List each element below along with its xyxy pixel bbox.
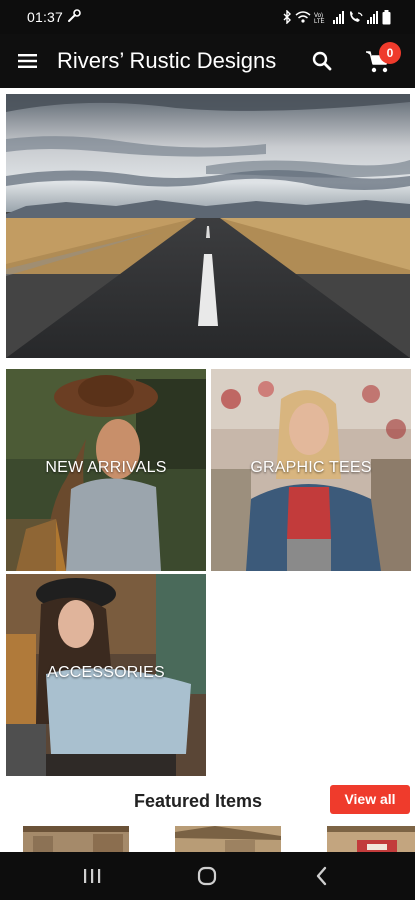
- road-landscape-image: [6, 94, 410, 358]
- hero-banner[interactable]: [6, 94, 410, 358]
- category-label-accessories: ACCESSORIES: [47, 664, 165, 681]
- featured-items-header: Featured Items View all: [0, 785, 415, 825]
- volte-icon: Vo) LTE: [314, 13, 325, 24]
- category-tile-graphic-tees[interactable]: GRAPHIC TEES: [211, 369, 411, 571]
- svg-text:LTE: LTE: [314, 19, 325, 24]
- search-icon[interactable]: [310, 49, 334, 73]
- view-all-button[interactable]: View all: [330, 785, 410, 814]
- wifi-icon: [295, 11, 311, 23]
- product-thumbnail[interactable]: [23, 826, 129, 852]
- featured-items-title: Featured Items: [134, 791, 263, 811]
- app-bar: Rivers’ Rustic Designs: [0, 34, 415, 88]
- category-tile-accessories[interactable]: ACCESSORIES: [6, 574, 206, 776]
- product-image: [175, 826, 281, 852]
- back-icon[interactable]: [310, 864, 334, 888]
- category-tile-new-arrivals[interactable]: NEW ARRIVALS: [6, 369, 206, 571]
- status-icons: Vo) LTE: [282, 8, 391, 26]
- category-label-graphic-tees: GRAPHIC TEES: [250, 459, 372, 476]
- status-time: 01:37: [27, 9, 64, 25]
- signal-icon-2: [367, 11, 378, 24]
- cart-count-badge: 0: [379, 42, 401, 64]
- recent-apps-icon[interactable]: [80, 864, 104, 888]
- home-icon[interactable]: [195, 864, 219, 888]
- wrench-icon: [68, 9, 81, 22]
- status-bar: 01:37 Vo) LTE: [0, 0, 415, 34]
- app-title: Rivers’ Rustic Designs: [57, 48, 277, 73]
- wifi-call-icon: [350, 11, 363, 22]
- product-thumbnail[interactable]: [327, 826, 415, 852]
- main-content: NEW ARRIVALS GRAPHIC TEES ACCESSORIES Fe…: [0, 88, 415, 852]
- battery-icon: [382, 9, 391, 24]
- product-image: [23, 826, 129, 852]
- bluetooth-icon: [283, 10, 291, 24]
- system-navigation-bar: [0, 852, 415, 900]
- signal-icon: [333, 11, 344, 24]
- hamburger-menu-icon[interactable]: [16, 49, 40, 73]
- product-thumbnail[interactable]: [175, 826, 281, 852]
- product-image: [327, 826, 415, 852]
- category-label-new-arrivals: NEW ARRIVALS: [45, 459, 167, 476]
